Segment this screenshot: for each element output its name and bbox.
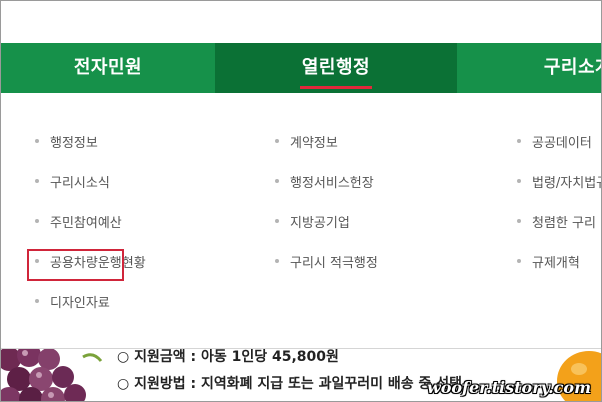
bullet-icon [275,139,279,143]
menu-item-vehicle-status[interactable]: 공용차량운행현황 [35,241,146,281]
menu-item-label: 계약정보 [290,135,338,151]
nav-tab-about-guri[interactable]: 구리소개 [457,43,601,93]
screenshot-frame: 전자민원 열린행정 구리소개 행정정보 구리시소식 주민참여예산 공용차량운행현… [0,0,602,402]
menu-item-contract-info[interactable]: 계약정보 [275,121,378,161]
menu-item-label: 행정정보 [50,135,98,151]
banner-line-method: ○ 지원방법 : 지역화폐 지급 또는 과일꾸러미 배송 중 선택 [117,376,463,392]
menu-item-laws-bylaws[interactable]: 법령/자치법규 [517,161,602,201]
bullet-icon [35,179,39,183]
bullet-icon [517,219,521,223]
menu-item-label: 청렴한 구리 [532,215,596,231]
bullet-icon [517,139,521,143]
bullet-icon [35,139,39,143]
nav-tab-e-civil[interactable]: 전자민원 [1,43,215,93]
menu-item-label: 구리시소식 [50,175,110,191]
menu-item-label: 디자인자료 [50,295,110,311]
grapes-icon [1,349,107,401]
menu-item-regulatory-reform[interactable]: 규제개혁 [517,241,601,281]
watermark-text: woofer.tistory.com [426,378,591,397]
bullet-icon [275,179,279,183]
nav-tab-label: 구리소개 [543,57,601,78]
menu-item-label: 행정서비스헌장 [290,175,374,191]
menu-item-proactive-admin[interactable]: 구리시 적극행정 [275,241,378,281]
menu-column-2: 계약정보 행정서비스헌장 지방공기업 구리시 적극행정 [275,121,378,281]
nav-tab-label: 전자민원 [73,57,143,78]
nav-tab-label: 열린행정 [299,53,373,89]
nav-tab-open-admin[interactable]: 열린행정 [215,43,457,93]
menu-column-1: 행정정보 구리시소식 주민참여예산 공용차량운행현황 디자인자료 [35,121,146,321]
menu-item-label: 지방공기업 [290,215,350,231]
menu-item-local-enterprise[interactable]: 지방공기업 [275,201,378,241]
menu-item-label: 공용차량운행현황 [50,255,146,271]
bullet-icon [35,219,39,223]
bullet-icon [275,219,279,223]
menu-item-integrity[interactable]: 청렴한 구리 [517,201,601,241]
menu-item-label: 공공데이터 [532,135,592,151]
menu-item-design-resources[interactable]: 디자인자료 [35,281,146,321]
menu-item-public-data[interactable]: 공공데이터 [517,121,601,161]
main-nav: 전자민원 열린행정 구리소개 [1,43,601,93]
menu-item-service-charter[interactable]: 행정서비스헌장 [275,161,378,201]
menu-column-3: 공공데이터 법령/자치법규 청렴한 구리 규제개혁 [517,121,602,281]
banner-line-amount: ○ 지원금액 : 아동 1인당 45,800원 [117,349,339,365]
menu-item-admin-info[interactable]: 행정정보 [35,121,146,161]
menu-item-label: 규제개혁 [532,255,580,271]
menu-item-label: 법령/자치법규 [532,175,602,191]
bullet-icon [517,179,521,183]
menu-item-guri-news[interactable]: 구리시소식 [35,161,146,201]
bullet-icon [35,299,39,303]
menu-item-label: 주민참여예산 [50,215,122,231]
dropdown-menu-panel: 행정정보 구리시소식 주민참여예산 공용차량운행현황 디자인자료 계약정보 행정… [1,93,601,349]
header-top-area [1,1,601,43]
bullet-icon [517,259,521,263]
bullet-icon [35,259,39,263]
menu-item-label: 구리시 적극행정 [290,255,378,271]
bullet-icon [275,259,279,263]
menu-item-participatory-budget[interactable]: 주민참여예산 [35,201,146,241]
